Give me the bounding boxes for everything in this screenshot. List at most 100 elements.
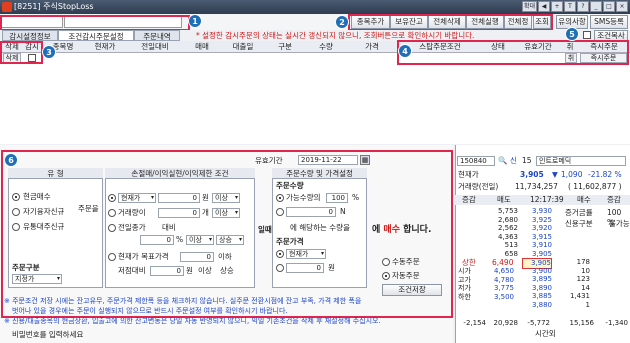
target-input[interactable]: 0 (180, 252, 214, 262)
ask-qty: 658 (504, 249, 518, 258)
prevday-radio[interactable] (108, 224, 116, 232)
change-pct: -21.82 % (588, 170, 622, 179)
total-value: -2,154 (463, 319, 486, 327)
bid-qty: 1 (585, 300, 590, 309)
manual-order-label: 수동주문 (392, 257, 420, 266)
prevday-rise-select[interactable]: 상승 (216, 235, 244, 245)
type-lend-radio[interactable] (12, 223, 20, 231)
qty-price-header: 주문수량 및 가격설정 (272, 168, 367, 179)
after-hours-label: 시간외 (535, 329, 556, 338)
badge-6: 6 (4, 153, 18, 167)
cond-price-select[interactable]: 현재가 (118, 193, 156, 203)
stock-code-input[interactable]: 150840 (457, 156, 495, 166)
change-arrow: ▼ (552, 170, 558, 179)
plus-button[interactable]: + (551, 1, 563, 12)
manual-order-radio[interactable] (382, 258, 390, 266)
valid-period-label: 유효기간 (255, 156, 283, 165)
stat-value: 3,500 (493, 292, 514, 301)
qty-pct-input[interactable]: 100 (326, 193, 348, 203)
target-label: 현재가 목표가격 (118, 252, 169, 261)
tab-watch-info[interactable]: 감시설정정보 (2, 30, 58, 41)
fee-text: 15 (522, 156, 532, 165)
qty-pct-unit: % (352, 193, 360, 202)
password-prompt: 비밀번호를 입력하세요 (12, 330, 84, 339)
badge-4: 4 (398, 44, 412, 58)
zoom-button[interactable]: 확대 (521, 1, 537, 12)
t-button[interactable]: T (564, 1, 576, 12)
price-value-radio[interactable] (276, 264, 284, 272)
prevday-op: 대비 (162, 223, 176, 232)
prevday-input[interactable]: 0 (140, 235, 174, 245)
qty-value-radio[interactable] (276, 208, 284, 216)
prevday-cond-op[interactable]: 이상 (186, 235, 214, 245)
qty-option-radio[interactable] (276, 194, 284, 202)
qh-time: 12:17:39 (530, 195, 564, 204)
low-unit: 원 (186, 266, 193, 275)
type-lend-label: 유통대주신규 (23, 222, 65, 231)
type-self-credit-radio[interactable] (12, 208, 20, 216)
highlight-toolbar (348, 14, 553, 31)
auto-order-radio[interactable] (382, 272, 390, 280)
order-type-select[interactable]: 지정가 (12, 274, 62, 284)
qh-bid: 매수 (577, 195, 591, 204)
footnote-2: 벗어나 있을 경우에는 주문이 실행되지 않으므로 반드시 주문설정 여부를 확… (12, 307, 288, 315)
low-input[interactable]: 0 (150, 266, 184, 276)
low-rise: 상승 (220, 266, 234, 275)
col-type: 구분 (278, 42, 292, 51)
stat-label: 하한 (458, 292, 471, 301)
price-label: 주문가격 (276, 237, 304, 246)
bid-price: 3,880 (531, 300, 552, 309)
highlight-grid-right (397, 40, 629, 65)
total-value: 15,156 (569, 319, 595, 327)
calendar-icon[interactable]: ▦ (360, 155, 370, 165)
footnote-3: ※ 신용/대출종목의 현금상환, 입출고에 의한 잔고변동은 당일 자동 반영되… (4, 317, 381, 325)
save-condition-button[interactable]: 조건저장 (382, 284, 442, 296)
price-label-q: 현재가 (458, 170, 479, 179)
minimize-button[interactable]: _ (590, 1, 602, 12)
badge-5: 5 (565, 27, 579, 41)
qty-fit-text: 에 해당하는 수량을 (290, 223, 350, 232)
total-value: -1,340 (605, 319, 628, 327)
cond-price-radio[interactable] (108, 194, 116, 202)
app-icon (2, 2, 12, 12)
buy-text: 에 매수 합니다. (372, 225, 432, 235)
credit-label: 신용구분 (565, 219, 593, 228)
trade-qty-input[interactable]: 0 (158, 208, 200, 218)
close-button[interactable]: × (616, 1, 628, 12)
maximize-button[interactable]: □ (603, 1, 615, 12)
credit-value: 불가능 (609, 219, 630, 228)
trade-qty-op[interactable]: 이상 (212, 208, 240, 218)
trade-qty-unit: 개 (202, 208, 209, 217)
valid-date-input[interactable]: 2019-11-22 (298, 155, 358, 165)
trade-qty-radio[interactable] (108, 209, 116, 217)
price-option-select[interactable]: 현재가 (286, 249, 326, 259)
target-radio[interactable] (108, 253, 116, 261)
cond-price-op[interactable]: 이상 (212, 193, 240, 203)
sms-register-button[interactable]: SMS등록 (590, 15, 628, 29)
credit-badge: 신 (510, 156, 517, 165)
prev-button[interactable]: ◀ (538, 1, 550, 12)
type-cash-buy-label: 현금매수 (23, 192, 51, 201)
order-word: 주문을 (78, 204, 99, 213)
badge-2: 2 (335, 15, 349, 29)
price-unit: 원 (328, 263, 335, 272)
tab-order-history[interactable]: 주문내역 (134, 30, 180, 41)
price-value-input[interactable]: 0 (286, 263, 324, 273)
type-header: 유 형 (8, 168, 103, 179)
qty-option-label: 가능수량의 (286, 193, 321, 202)
price-option-radio[interactable] (276, 250, 284, 258)
total-value: 20,928 (493, 319, 519, 327)
prevday-pct: % (176, 235, 184, 244)
volume-label: 거래량(전일) (458, 182, 499, 191)
type-cash-buy-radio[interactable] (12, 193, 20, 201)
total-value: -5,772 (527, 319, 550, 327)
col-price: 현재가 (94, 42, 116, 51)
qty-value-input[interactable]: 0 (286, 207, 336, 217)
cond-price-input[interactable]: 0 (158, 193, 200, 203)
col-change: 전일대비 (141, 42, 169, 51)
help-button[interactable]: ? (577, 1, 589, 12)
copy-checkbox[interactable] (583, 31, 591, 39)
search-icon[interactable]: 🔍 (498, 156, 507, 166)
low-op: 이상 (198, 266, 212, 275)
tab-condition-order[interactable]: 조건감시주문설정 (58, 30, 134, 41)
